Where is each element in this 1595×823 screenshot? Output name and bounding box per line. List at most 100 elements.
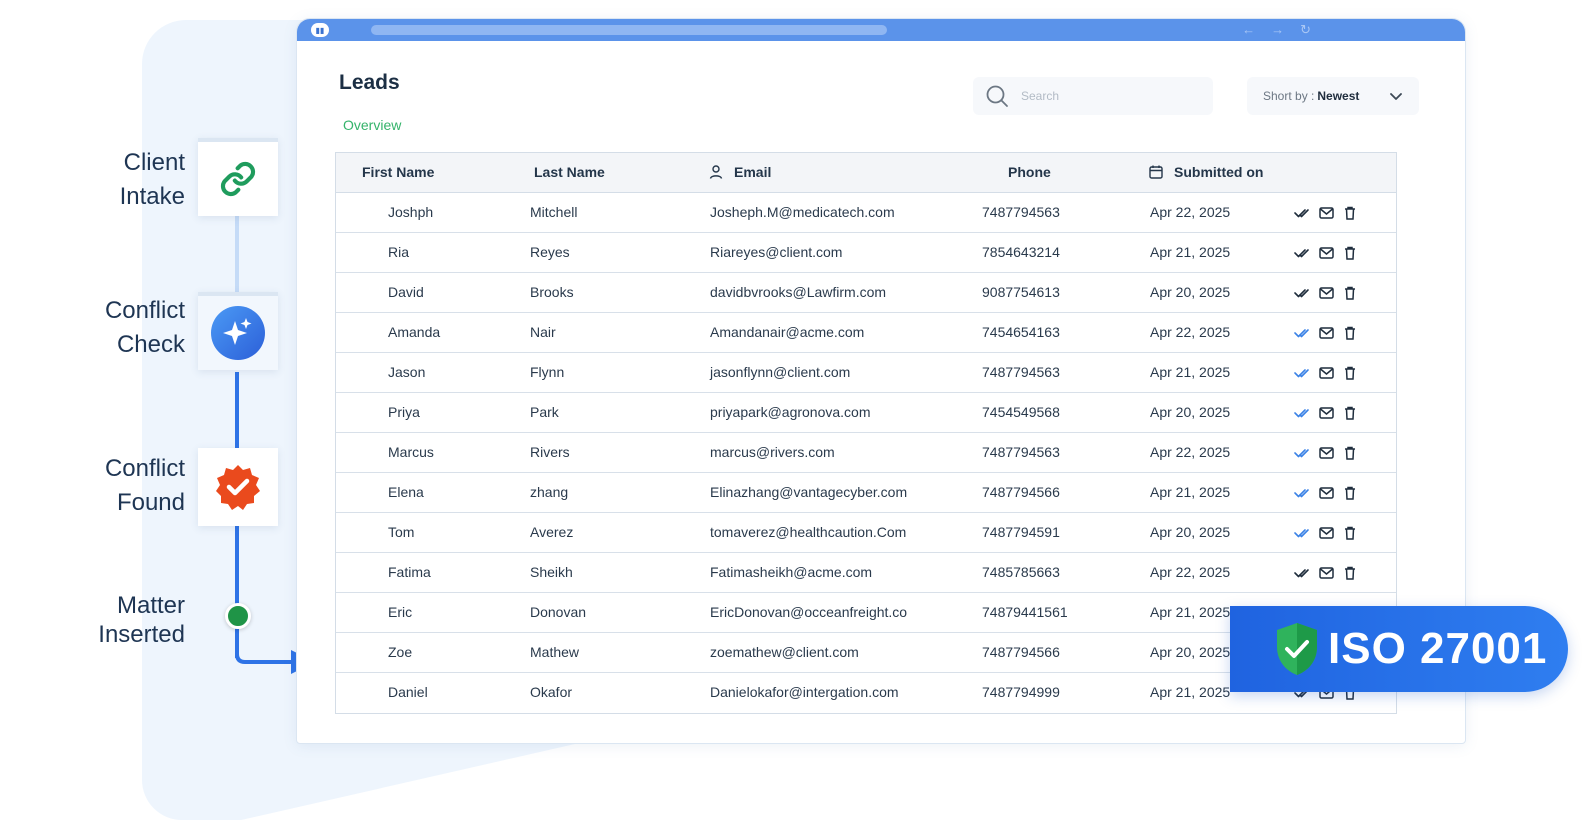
table-row[interactable]: Tom Averez tomaverez@healthcaution.Com 7487…: [336, 513, 1396, 553]
row-actions: [1294, 245, 1358, 261]
double-check-icon[interactable]: [1294, 485, 1310, 501]
cell-phone: 7487794999: [982, 684, 1060, 700]
column-phone[interactable]: Phone: [1008, 164, 1051, 180]
column-email[interactable]: Email: [708, 164, 771, 180]
tab-overview[interactable]: Overview: [343, 117, 401, 133]
cell-phone: 7487794563: [982, 364, 1060, 380]
mail-icon[interactable]: [1318, 445, 1334, 461]
cell-submitted-on: Apr 20, 2025: [1150, 644, 1231, 660]
table-row[interactable]: Jason Flynn jasonflynn@client.com 748779456…: [336, 353, 1396, 393]
trash-icon[interactable]: [1342, 485, 1358, 501]
column-label: Email: [734, 164, 772, 180]
mail-icon[interactable]: [1318, 205, 1334, 221]
trash-icon[interactable]: [1342, 445, 1358, 461]
double-check-icon[interactable]: [1294, 405, 1310, 421]
table-row[interactable]: Joshph Mitchell Josheph.M@medicatech.com 74…: [336, 193, 1396, 233]
double-check-icon[interactable]: [1294, 245, 1310, 261]
mail-icon[interactable]: [1318, 565, 1334, 581]
cell-last-name: Mathew: [530, 644, 580, 660]
reload-icon[interactable]: ↻: [1300, 22, 1311, 38]
cell-email[interactable]: EricDonovan@occeanfreight.co: [710, 604, 907, 620]
calendar-icon: [1149, 165, 1163, 179]
trash-icon[interactable]: [1342, 205, 1358, 221]
connector-line: [235, 526, 239, 606]
column-first-name[interactable]: First Name: [362, 164, 434, 180]
trash-icon[interactable]: [1342, 525, 1358, 541]
address-bar[interactable]: [371, 25, 887, 35]
cell-phone: 74879441561: [982, 604, 1068, 620]
trash-icon[interactable]: [1342, 325, 1358, 341]
cell-submitted-on: Apr 22, 2025: [1150, 204, 1231, 220]
double-check-icon[interactable]: [1294, 445, 1310, 461]
column-last-name[interactable]: Last Name: [534, 164, 605, 180]
cell-submitted-on: Apr 22, 2025: [1150, 324, 1231, 340]
cell-email[interactable]: Josheph.M@medicatech.com: [710, 204, 895, 220]
double-check-icon[interactable]: [1294, 285, 1310, 301]
mail-icon[interactable]: [1318, 485, 1334, 501]
column-submitted-on[interactable]: Submitted on: [1148, 164, 1263, 180]
trash-icon[interactable]: [1342, 245, 1358, 261]
cell-last-name: Flynn: [530, 364, 565, 380]
shield-check-icon: [1277, 623, 1317, 675]
back-arrow-icon[interactable]: ←: [1242, 22, 1255, 38]
table-row[interactable]: Elena zhang Elinazhang@vantagecyber.com 748…: [336, 473, 1396, 513]
cell-last-name: Donovan: [530, 604, 587, 620]
double-check-icon[interactable]: [1294, 325, 1310, 341]
cell-submitted-on: Apr 21, 2025: [1150, 684, 1231, 700]
sort-dropdown[interactable]: Short by : Newest: [1247, 77, 1419, 115]
table-row[interactable]: Marcus Rivers marcus@rivers.com 7487794563 A…: [336, 433, 1396, 473]
double-check-icon[interactable]: [1294, 205, 1310, 221]
sort-value: Newest: [1317, 89, 1360, 103]
table-row[interactable]: Priya Park priyapark@agronova.com 745454956…: [336, 393, 1396, 433]
client-intake-card[interactable]: [198, 138, 278, 216]
cell-email[interactable]: Riareyes@client.com: [710, 244, 842, 260]
row-actions: [1294, 365, 1358, 381]
matter-inserted-dot: [225, 603, 251, 629]
table-row[interactable]: David Brooks davidbvrooks@Lawfirm.com 90877…: [336, 273, 1396, 313]
cell-email[interactable]: jasonflynn@client.com: [710, 364, 850, 380]
mail-icon[interactable]: [1318, 245, 1334, 261]
trash-icon[interactable]: [1342, 285, 1358, 301]
cell-last-name: Sheikh: [530, 564, 573, 580]
mail-icon[interactable]: [1318, 525, 1334, 541]
table-row[interactable]: Fatima Sheikh Fatimasheikh@acme.com 7485785…: [336, 553, 1396, 593]
cell-email[interactable]: Amandanair@acme.com: [710, 324, 864, 340]
cell-first-name: Amanda: [388, 324, 441, 340]
column-label: Last Name: [534, 164, 605, 180]
cell-first-name: Ria: [388, 244, 410, 260]
conflict-check-card[interactable]: [198, 292, 278, 370]
conflict-found-card[interactable]: [198, 448, 278, 526]
table-row[interactable]: Amanda Nair Amandanair@acme.com 7454654163 A…: [336, 313, 1396, 353]
double-check-icon[interactable]: [1294, 365, 1310, 381]
cell-email[interactable]: priyapark@agronova.com: [710, 404, 871, 420]
cell-email[interactable]: Danielokafor@intergation.com: [710, 684, 899, 700]
cell-last-name: Nair: [530, 324, 556, 340]
trash-icon[interactable]: [1342, 565, 1358, 581]
cell-submitted-on: Apr 20, 2025: [1150, 524, 1231, 540]
search-box[interactable]: [973, 77, 1213, 115]
cell-phone: 7487794566: [982, 644, 1060, 660]
cell-first-name: David: [388, 284, 424, 300]
search-input[interactable]: [1021, 89, 1191, 103]
mail-icon[interactable]: [1318, 365, 1334, 381]
table-row[interactable]: Ria Reyes Riareyes@client.com 7854643214 Apr…: [336, 233, 1396, 273]
cell-email[interactable]: tomaverez@healthcaution.Com: [710, 524, 906, 540]
column-label: Submitted on: [1174, 164, 1264, 180]
cell-email[interactable]: Elinazhang@vantagecyber.com: [710, 484, 907, 500]
cell-email[interactable]: zoemathew@client.com: [710, 644, 859, 660]
cell-first-name: Tom: [388, 524, 415, 540]
forward-arrow-icon[interactable]: →: [1271, 22, 1284, 38]
mail-icon[interactable]: [1318, 325, 1334, 341]
mail-icon[interactable]: [1318, 285, 1334, 301]
double-check-icon[interactable]: [1294, 525, 1310, 541]
trash-icon[interactable]: [1342, 405, 1358, 421]
cell-email[interactable]: Fatimasheikh@acme.com: [710, 564, 872, 580]
cell-submitted-on: Apr 22, 2025: [1150, 444, 1231, 460]
mail-icon[interactable]: [1318, 405, 1334, 421]
cell-submitted-on: Apr 21, 2025: [1150, 484, 1231, 500]
double-check-icon[interactable]: [1294, 565, 1310, 581]
cell-email[interactable]: marcus@rivers.com: [710, 444, 835, 460]
cell-email[interactable]: davidbvrooks@Lawfirm.com: [710, 284, 886, 300]
trash-icon[interactable]: [1342, 365, 1358, 381]
cell-last-name: zhang: [530, 484, 569, 500]
